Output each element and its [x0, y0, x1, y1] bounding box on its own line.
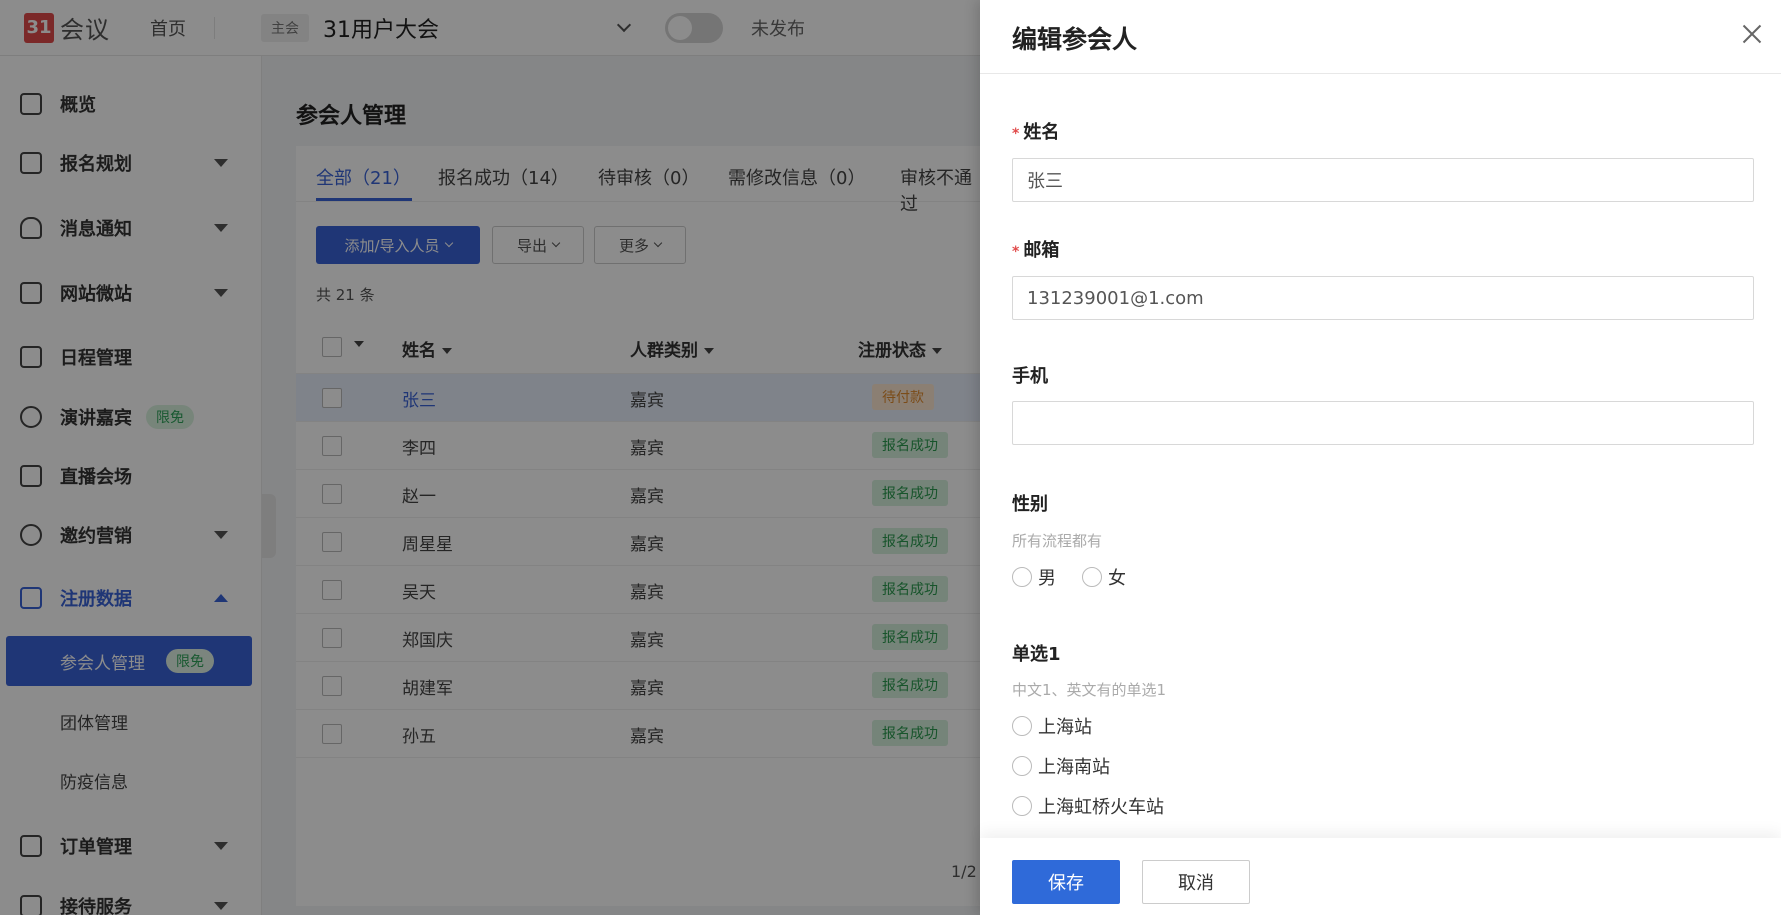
gender-radio-female[interactable]: 女	[1082, 564, 1126, 590]
drawer-header: 编辑参会人	[980, 0, 1781, 74]
gender-field-hint: 所有流程都有	[1012, 532, 1103, 550]
email-field-label: * 邮箱	[1012, 236, 1059, 262]
label-text: 邮箱	[1023, 240, 1060, 261]
email-input[interactable]	[1012, 276, 1754, 320]
required-mark: *	[1012, 244, 1020, 260]
name-field-label: * 姓名	[1012, 118, 1059, 144]
phone-field-label: 手机	[1012, 366, 1048, 387]
radio-label: 上海南站	[1038, 757, 1110, 778]
single1-radio-option-3[interactable]: 上海虹桥火车站	[1012, 793, 1164, 819]
radio-circle	[1012, 756, 1032, 776]
gender-field-label: 性别	[1012, 494, 1048, 515]
close-icon[interactable]	[1742, 24, 1762, 44]
radio-label: 女	[1108, 568, 1126, 589]
radio-circle	[1012, 567, 1032, 587]
edit-attendee-drawer: 编辑参会人 *姓名 *邮箱 手机 性别 所有流程都有 男 女 单选1 中文1、英…	[980, 0, 1781, 915]
single1-field-label: 单选1	[1012, 644, 1061, 665]
radio-label: 男	[1038, 568, 1056, 589]
radio-circle	[1012, 796, 1032, 816]
radio-circle	[1012, 716, 1032, 736]
cancel-button[interactable]: 取消	[1142, 860, 1250, 904]
radio-label: 上海虹桥火车站	[1038, 797, 1164, 818]
single1-radio-option-2[interactable]: 上海南站	[1012, 753, 1110, 779]
single1-radio-option-1[interactable]: 上海站	[1012, 713, 1092, 739]
save-button[interactable]: 保存	[1012, 860, 1120, 904]
gender-radio-male[interactable]: 男	[1012, 564, 1056, 590]
label-text: 姓名	[1023, 122, 1060, 143]
required-mark: *	[1012, 126, 1020, 142]
drawer-title: 编辑参会人	[1012, 25, 1138, 54]
modal-overlay[interactable]	[0, 0, 980, 915]
single1-field-hint: 中文1、英文有的单选1	[1012, 681, 1167, 699]
name-input[interactable]	[1012, 158, 1754, 202]
drawer-footer: 保存 取消	[980, 838, 1781, 915]
phone-input[interactable]	[1012, 401, 1754, 445]
radio-circle	[1082, 567, 1102, 587]
radio-label: 上海站	[1038, 717, 1092, 738]
